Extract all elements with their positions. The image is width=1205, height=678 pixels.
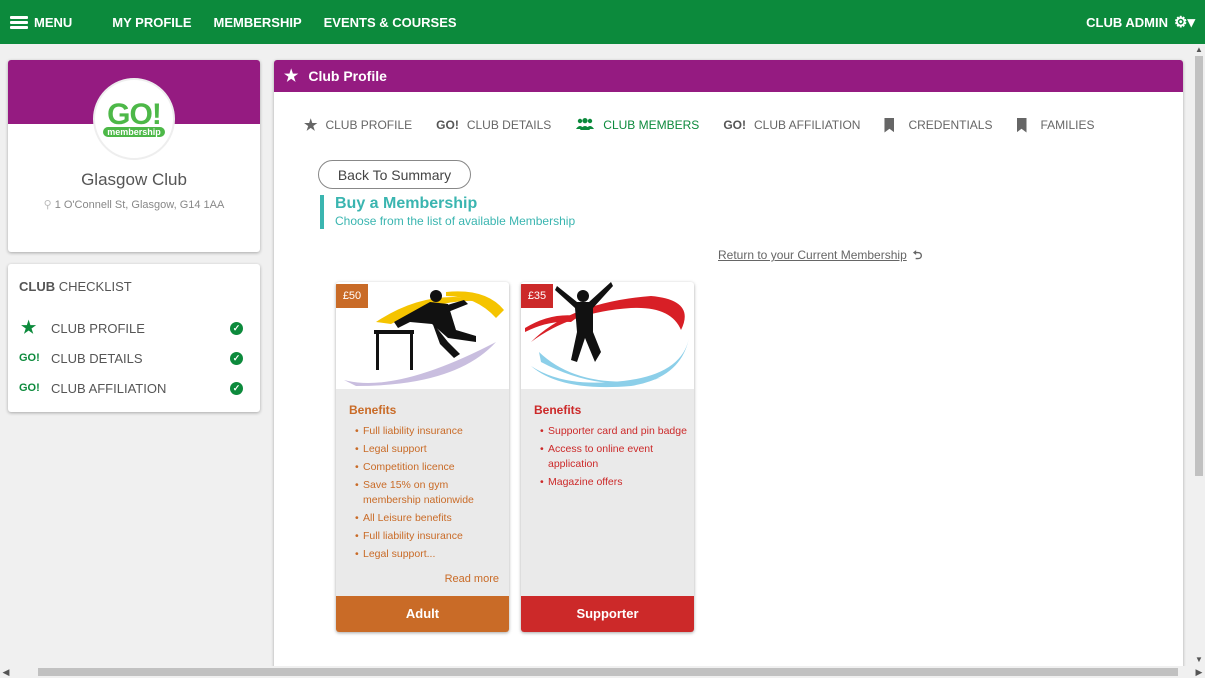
- scroll-down-icon[interactable]: ▼: [1193, 654, 1205, 666]
- tab-label: FAMILIES: [1040, 118, 1095, 132]
- checklist-item-label: CLUB AFFILIATION: [51, 380, 167, 396]
- menu-label: MENU: [34, 14, 73, 30]
- select-supporter-membership-button[interactable]: Supporter: [521, 596, 694, 632]
- benefit-item: Magazine offers: [540, 475, 690, 490]
- benefits-list: Supporter card and pin badge Access to o…: [540, 424, 690, 493]
- benefits-list: Full liability insurance Legal support C…: [355, 424, 505, 565]
- tab-label: CLUB MEMBERS: [603, 118, 700, 132]
- checklist-item-label: CLUB PROFILE: [51, 320, 145, 336]
- tab-credentials[interactable]: CREDENTIALS: [884, 117, 993, 133]
- check-circle-icon: ✓: [230, 322, 243, 335]
- benefit-item: Legal support: [355, 442, 505, 457]
- tab-families[interactable]: FAMILIES: [1016, 117, 1095, 133]
- benefit-item: Full liability insurance: [355, 529, 505, 544]
- nav-my-profile[interactable]: MY PROFILE: [112, 15, 191, 30]
- checklist-title: CLUB CHECKLIST: [19, 279, 132, 294]
- benefit-item: Supporter card and pin badge: [540, 424, 690, 439]
- go-icon: GO!: [436, 118, 459, 132]
- go-icon: GO!: [19, 382, 40, 394]
- select-adult-membership-button[interactable]: Adult: [336, 596, 509, 632]
- go-icon: GO!: [723, 118, 746, 132]
- benefit-item: Competition licence: [355, 460, 505, 475]
- star-icon: ★: [304, 117, 318, 134]
- buy-membership-subtitle: Choose from the list of available Member…: [335, 214, 576, 228]
- club-checklist: CLUB CHECKLIST ★ CLUB PROFILE ✓ GO! CLUB…: [8, 264, 260, 412]
- scroll-up-icon[interactable]: ▲: [1193, 44, 1205, 56]
- check-circle-icon: ✓: [230, 352, 243, 365]
- back-to-summary-button[interactable]: Back To Summary: [318, 160, 471, 189]
- top-navigation-bar: MENU MY PROFILE MEMBERSHIP EVENTS & COUR…: [0, 0, 1205, 44]
- go-logo-subtext: membership: [103, 127, 165, 137]
- buy-membership-heading: Buy a Membership Choose from the list of…: [320, 195, 575, 229]
- read-more-link[interactable]: Read more: [445, 573, 499, 585]
- club-card: GO! membership Glasgow Club ⚲ 1 O'Connell…: [8, 60, 260, 252]
- horizontal-scroll-thumb[interactable]: [38, 668, 1178, 676]
- panel-title: Club Profile: [308, 68, 387, 84]
- menu-button[interactable]: MENU: [10, 15, 72, 30]
- star-icon: ★: [284, 68, 299, 85]
- membership-card-supporter[interactable]: £35 Benefits Supporter card and pin badg…: [521, 282, 694, 632]
- benefit-item: Access to online event application: [540, 442, 690, 472]
- panel-header: ★ Club Profile: [274, 60, 1183, 92]
- tab-club-members[interactable]: CLUB MEMBERS: [575, 117, 700, 133]
- tab-club-details[interactable]: GO! CLUB DETAILS: [436, 118, 551, 132]
- gear-icon: ⚙▾: [1174, 14, 1195, 31]
- checklist-item-club-details[interactable]: GO! CLUB DETAILS ✓: [19, 348, 249, 368]
- users-icon: [575, 117, 595, 133]
- tab-club-profile[interactable]: ★ CLUB PROFILE: [304, 116, 412, 134]
- checklist-item-club-affiliation[interactable]: GO! CLUB AFFILIATION ✓: [19, 378, 249, 398]
- price-badge: £35: [521, 284, 553, 308]
- club-address-text: 1 O'Connell St, Glasgow, G14 1AA: [54, 199, 225, 211]
- bookmark-icon: [1016, 117, 1027, 133]
- bookmark-icon: [884, 117, 895, 133]
- checklist-title-rest: CHECKLIST: [55, 279, 132, 294]
- vertical-scroll-thumb[interactable]: [1195, 56, 1203, 476]
- check-circle-icon: ✓: [230, 382, 243, 395]
- profile-tabs: ★ CLUB PROFILE GO! CLUB DETAILS CLUB MEM…: [304, 116, 1119, 134]
- buy-membership-title: Buy a Membership: [335, 195, 478, 212]
- hamburger-icon: [10, 15, 28, 29]
- return-to-current-membership-link[interactable]: Return to your Current Membership ⮌: [718, 246, 922, 267]
- checklist-title-bold: CLUB: [19, 279, 56, 294]
- club-logo: GO! membership: [93, 78, 175, 160]
- club-name: Glasgow Club: [81, 170, 187, 189]
- benefit-item: Save 15% on gym membership nationwide: [355, 478, 505, 508]
- benefit-item: All Leisure benefits: [355, 511, 505, 526]
- star-icon: ★: [21, 318, 37, 337]
- club-admin-label: CLUB ADMIN: [1086, 14, 1169, 30]
- club-profile-panel: ★ Club Profile ★ CLUB PROFILE GO! CLUB D…: [274, 60, 1183, 678]
- price-badge: £50: [336, 284, 368, 308]
- tab-club-affiliation[interactable]: GO! CLUB AFFILIATION: [723, 118, 860, 132]
- vertical-scrollbar[interactable]: ▲ ▼: [1193, 44, 1205, 666]
- nav-events-courses[interactable]: EVENTS & COURSES: [324, 15, 457, 30]
- return-link-label: Return to your Current Membership: [718, 248, 907, 262]
- benefits-title: Benefits: [534, 403, 582, 417]
- tab-label: CLUB AFFILIATION: [754, 118, 861, 132]
- membership-card-adult[interactable]: £50 Benefits Full liability insurance Le…: [336, 282, 509, 632]
- checklist-item-label: CLUB DETAILS: [51, 350, 143, 366]
- club-admin-menu[interactable]: CLUB ADMIN ⚙▾: [1086, 0, 1195, 44]
- tab-label: CREDENTIALS: [908, 118, 993, 132]
- tab-label: CLUB PROFILE: [325, 118, 413, 132]
- scroll-right-icon[interactable]: ▶: [1193, 666, 1205, 678]
- go-logo-text: GO!: [107, 98, 162, 131]
- tab-label: CLUB DETAILS: [466, 118, 552, 132]
- horizontal-scrollbar[interactable]: ◀ ▶: [0, 666, 1205, 678]
- go-icon: GO!: [19, 352, 40, 364]
- benefits-title: Benefits: [349, 403, 397, 417]
- nav-membership[interactable]: MEMBERSHIP: [214, 15, 302, 30]
- return-arrow-icon: ⮌: [912, 248, 923, 262]
- checklist-item-club-profile[interactable]: ★ CLUB PROFILE ✓: [19, 318, 249, 338]
- map-pin-icon: ⚲: [43, 199, 52, 211]
- club-address: ⚲ 1 O'Connell St, Glasgow, G14 1AA: [8, 198, 260, 211]
- benefit-item: Full liability insurance: [355, 424, 505, 439]
- scroll-left-icon[interactable]: ◀: [0, 666, 12, 678]
- benefit-item: Legal support...: [355, 547, 505, 562]
